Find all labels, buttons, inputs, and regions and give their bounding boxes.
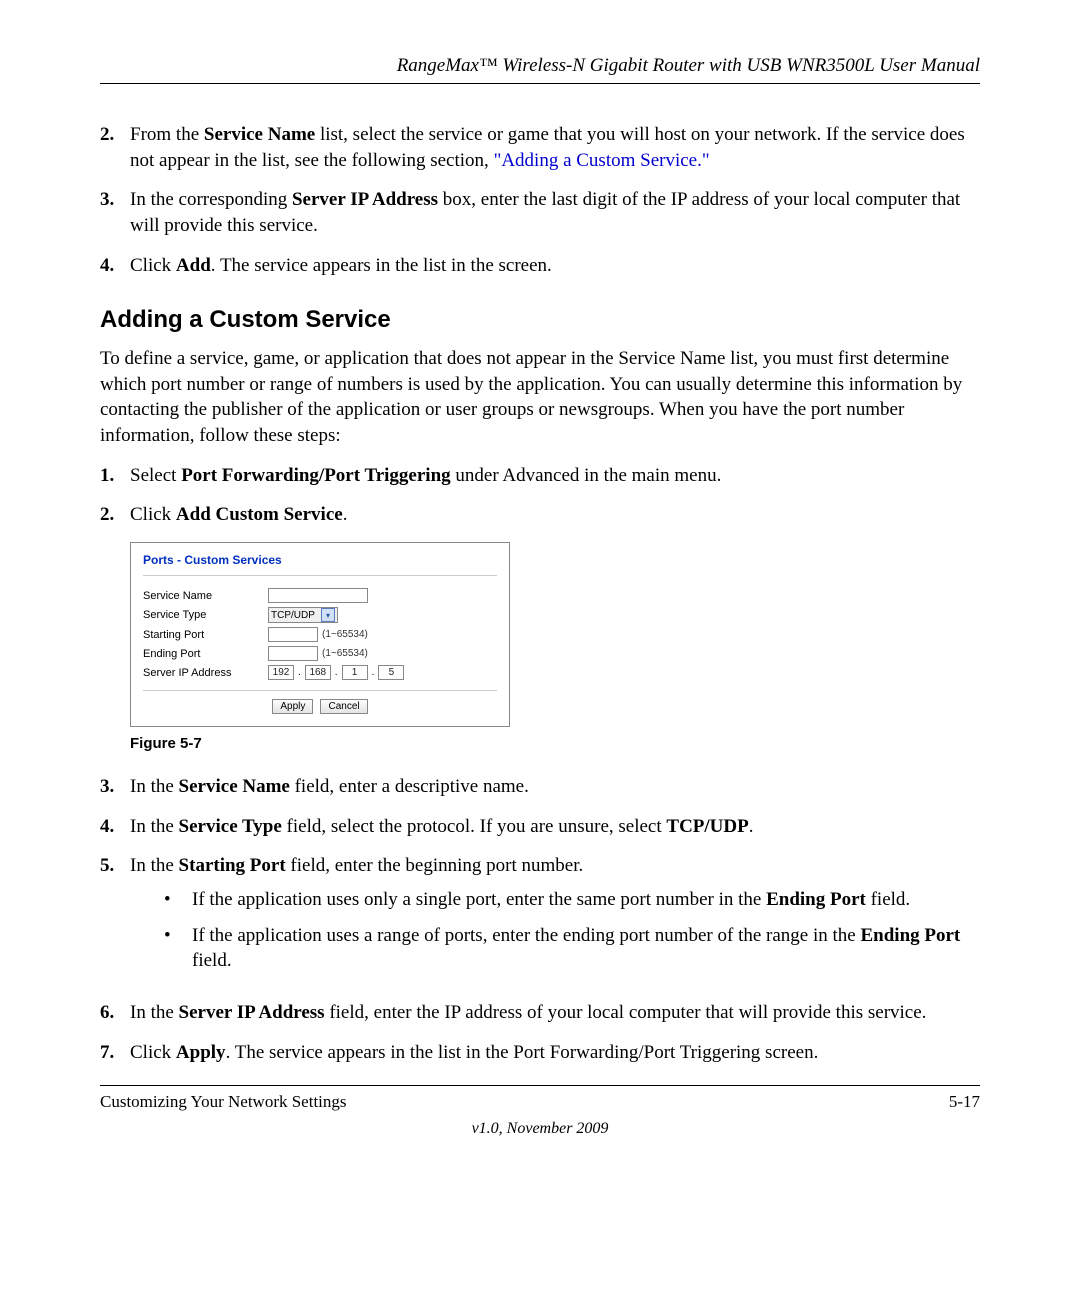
custom-step-3: 3. In the Service Name field, enter a de… bbox=[100, 774, 980, 800]
chevron-down-icon: ▾ bbox=[321, 608, 335, 622]
row-service-type: Service Type TCP/UDP ▾ bbox=[143, 607, 497, 623]
figure-caption: Figure 5-7 bbox=[130, 735, 980, 752]
label-server-ip: Server IP Address bbox=[143, 667, 268, 679]
section-intro: To define a service, game, or applicatio… bbox=[100, 346, 980, 449]
input-starting-port[interactable] bbox=[268, 627, 318, 642]
ip-group: 192. 168. 1. 5 bbox=[268, 665, 404, 680]
step-num: 2. bbox=[100, 122, 130, 173]
custom-step-5: 5. In the Starting Port field, enter the… bbox=[100, 853, 980, 986]
input-service-name[interactable] bbox=[268, 588, 368, 603]
footer: Customizing Your Network Settings 5-17 bbox=[100, 1085, 980, 1112]
bullet-icon: • bbox=[164, 887, 192, 913]
step-body: Click Apply. The service appears in the … bbox=[130, 1040, 980, 1066]
step-num: 5. bbox=[100, 853, 130, 986]
page-header: RangeMax™ Wireless-N Gigabit Router with… bbox=[100, 55, 980, 84]
step-4-top: 4. Click Add. The service appears in the… bbox=[100, 253, 980, 279]
step-body: In the corresponding Server IP Address b… bbox=[130, 187, 980, 238]
row-service-name: Service Name bbox=[143, 588, 497, 603]
button-row: Apply Cancel bbox=[143, 699, 497, 714]
range-note: (1~65534) bbox=[322, 629, 368, 640]
ip-octet-2[interactable]: 168 bbox=[305, 665, 331, 680]
sublist: • If the application uses only a single … bbox=[164, 887, 980, 974]
label-starting-port: Starting Port bbox=[143, 629, 268, 641]
select-service-type[interactable]: TCP/UDP ▾ bbox=[268, 607, 338, 623]
step-body: In the Service Name field, enter a descr… bbox=[130, 774, 980, 800]
step-body: From the Service Name list, select the s… bbox=[130, 122, 980, 173]
step-body: Click Add. The service appears in the li… bbox=[130, 253, 980, 279]
step-body: In the Starting Port field, enter the be… bbox=[130, 853, 980, 986]
custom-step-6: 6. In the Server IP Address field, enter… bbox=[100, 1000, 980, 1026]
range-note: (1~65534) bbox=[322, 648, 368, 659]
ports-custom-services-dialog: Ports - Custom Services Service Name Ser… bbox=[130, 542, 510, 727]
sub-item-b: • If the application uses a range of por… bbox=[164, 923, 980, 974]
sub-item-a: • If the application uses only a single … bbox=[164, 887, 980, 913]
select-value: TCP/UDP bbox=[271, 610, 315, 621]
step-num: 2. bbox=[100, 502, 130, 528]
step-num: 6. bbox=[100, 1000, 130, 1026]
step-body: In the Server IP Address field, enter th… bbox=[130, 1000, 980, 1026]
bullet-icon: • bbox=[164, 923, 192, 974]
step-num: 1. bbox=[100, 463, 130, 489]
footer-left: Customizing Your Network Settings bbox=[100, 1092, 347, 1112]
step-body: In the Service Type field, select the pr… bbox=[130, 814, 980, 840]
divider bbox=[143, 690, 497, 691]
step-2-top: 2. From the Service Name list, select th… bbox=[100, 122, 980, 173]
ip-octet-3[interactable]: 1 bbox=[342, 665, 368, 680]
label-service-type: Service Type bbox=[143, 609, 268, 621]
row-ending-port: Ending Port (1~65534) bbox=[143, 646, 497, 661]
row-starting-port: Starting Port (1~65534) bbox=[143, 627, 497, 642]
input-ending-port[interactable] bbox=[268, 646, 318, 661]
section-heading: Adding a Custom Service bbox=[100, 306, 980, 334]
row-server-ip: Server IP Address 192. 168. 1. 5 bbox=[143, 665, 497, 680]
apply-button[interactable]: Apply bbox=[272, 699, 313, 714]
label-service-name: Service Name bbox=[143, 590, 268, 602]
label-ending-port: Ending Port bbox=[143, 648, 268, 660]
link-adding-custom-service[interactable]: "Adding a Custom Service." bbox=[494, 150, 710, 171]
step-3-top: 3. In the corresponding Server IP Addres… bbox=[100, 187, 980, 238]
page-number: 5-17 bbox=[949, 1092, 980, 1112]
ip-octet-1[interactable]: 192 bbox=[268, 665, 294, 680]
custom-step-7: 7. Click Apply. The service appears in t… bbox=[100, 1040, 980, 1066]
step-num: 4. bbox=[100, 253, 130, 279]
step-body: Select Port Forwarding/Port Triggering u… bbox=[130, 463, 980, 489]
cancel-button[interactable]: Cancel bbox=[320, 699, 367, 714]
page: RangeMax™ Wireless-N Gigabit Router with… bbox=[0, 0, 1080, 1296]
custom-step-2: 2. Click Add Custom Service. bbox=[100, 502, 980, 528]
step-num: 3. bbox=[100, 774, 130, 800]
step-num: 4. bbox=[100, 814, 130, 840]
custom-step-1: 1. Select Port Forwarding/Port Triggerin… bbox=[100, 463, 980, 489]
version-text: v1.0, November 2009 bbox=[100, 1120, 980, 1138]
dialog-title: Ports - Custom Services bbox=[143, 553, 497, 576]
step-num: 7. bbox=[100, 1040, 130, 1066]
step-body: Click Add Custom Service. bbox=[130, 502, 980, 528]
step-num: 3. bbox=[100, 187, 130, 238]
ip-octet-4[interactable]: 5 bbox=[378, 665, 404, 680]
custom-step-4: 4. In the Service Type field, select the… bbox=[100, 814, 980, 840]
manual-title: RangeMax™ Wireless-N Gigabit Router with… bbox=[397, 55, 980, 76]
